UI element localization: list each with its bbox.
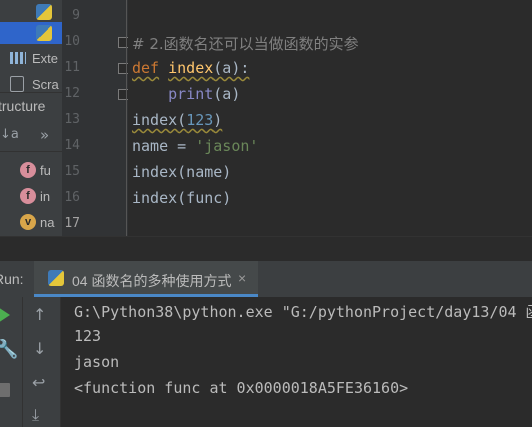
arrow-down-icon[interactable]: ↓	[33, 339, 46, 358]
structure-item-func[interactable]: f fu	[0, 158, 62, 184]
function-icon: f	[20, 188, 36, 204]
console-line: G:\Python38\python.exe "G:/pythonProject…	[74, 303, 532, 321]
python-file-icon	[48, 270, 64, 286]
scratches-icon	[10, 76, 24, 92]
run-toolbar-secondary: ↑ ↓ ↩ ⤓	[23, 297, 61, 427]
code-line-13: index(123)	[132, 111, 223, 129]
soft-wrap-icon[interactable]: ↩	[32, 373, 45, 392]
project-tree-item-external-libraries[interactable]: Exte	[0, 46, 62, 72]
line-number: 16	[64, 190, 80, 205]
code-line-14: name = 'jason'	[132, 137, 259, 155]
run-label: Run:	[0, 271, 24, 287]
run-tab[interactable]: 04 函数名的多种使用方式 ×	[34, 261, 258, 297]
python-file-icon	[36, 25, 52, 41]
line-number-current: 17	[64, 216, 80, 231]
code-line-15: index(name)	[132, 163, 232, 181]
line-number: 14	[64, 138, 80, 153]
structure-toolbar: ↓a »	[0, 121, 62, 152]
line-number-gutter[interactable]: 9 10 11 12 13 14 15 16 17	[62, 0, 129, 236]
line-number: 11	[64, 60, 80, 75]
arrow-up-icon[interactable]: ↑	[33, 305, 46, 324]
line-number: 13	[64, 112, 80, 127]
line-number: 15	[64, 164, 80, 179]
code-line-10: # 2.函数名还可以当做函数的实参	[132, 35, 359, 53]
project-panel: Exte Scra tructure ↓a » f fu f in v na	[0, 0, 62, 260]
console-line: 123	[74, 327, 102, 345]
structure-panel-header: tructure	[0, 92, 62, 122]
python-file-icon	[36, 4, 52, 20]
console-line: <function func at 0x0000018A5FE36160>	[74, 379, 409, 397]
library-icon	[10, 52, 26, 64]
stop-icon[interactable]	[0, 383, 10, 397]
structure-item-name[interactable]: v na	[0, 210, 62, 236]
project-tree-item-selected[interactable]	[0, 22, 62, 44]
console-line: jason	[74, 353, 120, 371]
console-output[interactable]: G:\Python38\python.exe "G:/pythonProject…	[61, 297, 532, 427]
code-line-16: index(func)	[132, 189, 232, 207]
line-number: 9	[72, 8, 80, 23]
wrench-icon[interactable]: 🔧	[0, 339, 18, 360]
structure-item-index[interactable]: f in	[0, 184, 62, 210]
gutter-separator	[126, 0, 127, 236]
rerun-icon[interactable]	[0, 307, 10, 323]
sort-alphabetically-icon[interactable]: ↓a	[0, 127, 19, 142]
scroll-to-end-icon[interactable]: ⤓	[32, 405, 39, 425]
close-tab-icon[interactable]: ×	[238, 270, 246, 286]
line-number: 10	[64, 34, 80, 49]
run-tool-window-header: Run: 04 函数名的多种使用方式 ×	[0, 260, 532, 298]
line-number: 12	[64, 86, 80, 101]
variable-icon: v	[20, 214, 36, 230]
run-tab-label: 04 函数名的多种使用方式	[72, 273, 232, 289]
code-line-11: def index(a):	[132, 59, 250, 77]
more-icon[interactable]: »	[40, 126, 49, 144]
structure-title: tructure	[0, 98, 46, 114]
run-toolbar-primary: 🔧	[0, 297, 23, 427]
code-editor[interactable]: # 2.函数名还可以当做函数的实参 def index(a): print(a)…	[128, 0, 532, 236]
code-line-12: print(a)	[168, 85, 241, 103]
function-icon: f	[20, 162, 36, 178]
editor-bottom-bar	[0, 236, 532, 261]
